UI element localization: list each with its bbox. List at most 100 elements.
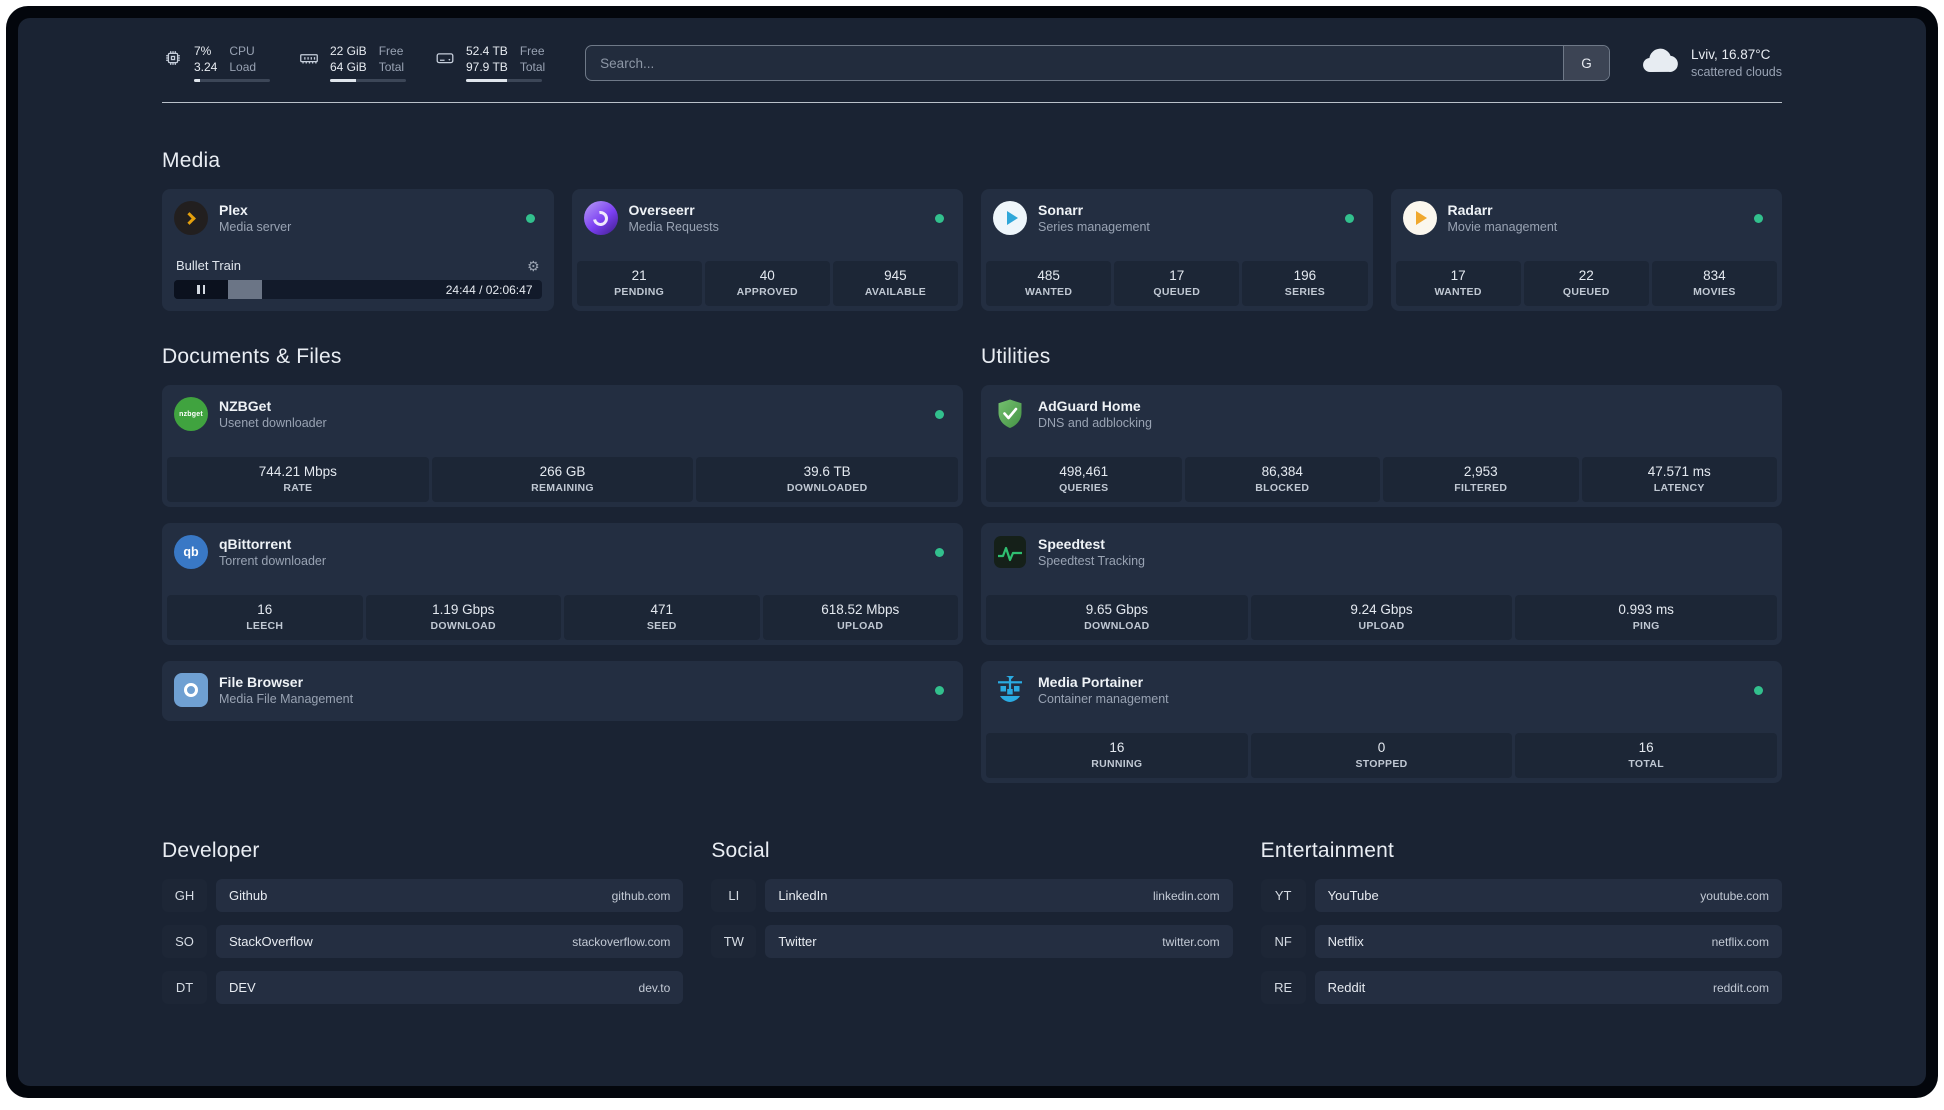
stat-seed: 471 SEED <box>564 595 760 641</box>
speedtest-link[interactable]: Speedtest Speedtest Tracking <box>986 528 1777 578</box>
dashboard-content: 7% 3.24 CPU Load 22 GiB 64 GiB Free Tota… <box>162 18 1782 1017</box>
memory-free: 22 GiB <box>330 44 367 58</box>
stat-pending: 21 PENDING <box>576 261 702 307</box>
speedtest-icon <box>993 535 1027 569</box>
topbar-divider <box>162 102 1782 104</box>
service-card-speedtest: Speedtest Speedtest Tracking 9.65 Gbps D… <box>981 523 1782 646</box>
radarr-link[interactable]: Radarr Movie management <box>1396 194 1778 244</box>
stat-latency: 47.571 ms LATENCY <box>1581 457 1777 503</box>
search-bar: G <box>585 45 1610 82</box>
service-card-qbittorrent: qb qBittorrent Torrent downloader 16 LEE… <box>162 523 963 646</box>
pause-button[interactable] <box>174 280 228 300</box>
sonarr-link[interactable]: Sonarr Series management <box>986 194 1368 244</box>
service-card-portainer: Media Portainer Container management 16 … <box>981 661 1782 784</box>
qbittorrent-icon: qb <box>174 535 208 570</box>
cpu-icon <box>162 44 184 74</box>
bookmark-url: stackoverflow.com <box>572 934 671 949</box>
plex-icon <box>174 201 208 236</box>
plex-player-widget: Bullet Train ⚙ 24:44 / 02:06:47 <box>167 258 549 306</box>
bookmark-reddit[interactable]: RE Reddit reddit.com <box>1260 971 1782 1005</box>
memory-free-label: Free <box>378 44 404 58</box>
service-subtitle: Series management <box>1038 220 1150 235</box>
service-card-adguard: AdGuard Home DNS and adblocking 498,461 … <box>981 385 1782 508</box>
nzbget-link[interactable]: nzbget NZBGet Usenet downloader <box>167 390 958 440</box>
disk-progress-bar <box>466 79 542 83</box>
media-grid: Plex Media server Bullet Train ⚙ 24:44 /… <box>162 189 1782 312</box>
service-card-overseerr: Overseerr Media Requests 21 PENDING 40 A… <box>571 189 963 312</box>
documents-column: Documents & Files nzbget NZBGet Usenet d… <box>162 311 963 783</box>
memory-total: 64 GiB <box>330 59 367 74</box>
cpu-load: 3.24 <box>194 59 218 74</box>
cpu-usage: 7% <box>194 44 212 58</box>
utilities-column: Utilities AdGuard Home DNS and adblockin… <box>981 311 1782 784</box>
status-dot <box>935 547 944 557</box>
bookmark-dev[interactable]: DT DEV dev.to <box>162 971 684 1005</box>
stat-approved: 40 APPROVED <box>704 261 830 307</box>
service-subtitle: DNS and adblocking <box>1038 416 1152 431</box>
bookmark-url: reddit.com <box>1712 980 1769 995</box>
adguard-link[interactable]: AdGuard Home DNS and adblocking <box>986 390 1777 440</box>
bookmark-url: github.com <box>611 888 671 903</box>
bookmark-abbr: NF <box>1260 925 1306 959</box>
window-frame: 7% 3.24 CPU Load 22 GiB 64 GiB Free Tota… <box>6 6 1938 1098</box>
disk-icon <box>434 44 456 74</box>
cpu-widget: 7% 3.24 CPU Load <box>162 44 270 83</box>
stat-remaining: 266 GB REMAINING <box>431 457 694 503</box>
stat-total: 16 TOTAL <box>1515 733 1778 779</box>
service-name: Radarr <box>1447 202 1493 219</box>
memory-widget: 22 GiB 64 GiB Free Total <box>298 44 406 83</box>
gear-icon[interactable]: ⚙ <box>527 259 540 273</box>
bookmark-linkedin[interactable]: LI LinkedIn linkedin.com <box>711 879 1233 913</box>
portainer-icon <box>993 673 1027 707</box>
filebrowser-icon <box>174 673 208 708</box>
stat-queued: 22 QUEUED <box>1523 261 1649 307</box>
stat-upload: 9.24 Gbps UPLOAD <box>1250 595 1513 641</box>
bookmark-url: twitter.com <box>1162 934 1220 949</box>
stat-download: 9.65 Gbps DOWNLOAD <box>986 595 1248 641</box>
player-time: 24:44 / 02:06:47 <box>445 282 533 297</box>
stat-running: 16 RUNNING <box>986 733 1248 779</box>
stat-ping: 0.993 ms PING <box>1515 595 1778 641</box>
radarr-stats: 17 WANTED 22 QUEUED 834 MOVIES <box>1395 261 1778 307</box>
qbittorrent-link[interactable]: qb qBittorrent Torrent downloader <box>167 528 958 578</box>
section-title-documents: Documents & Files <box>162 345 342 369</box>
bookmark-netflix[interactable]: NF Netflix netflix.com <box>1260 925 1782 959</box>
bookmark-youtube[interactable]: YT YouTube youtube.com <box>1260 879 1782 913</box>
bookmark-twitter[interactable]: TW Twitter twitter.com <box>711 925 1233 959</box>
stat-wanted: 485 WANTED <box>986 261 1112 307</box>
portainer-link[interactable]: Media Portainer Container management <box>986 666 1777 716</box>
filebrowser-link[interactable]: File Browser Media File Management <box>167 666 958 716</box>
weather-location: Lviv, 16.87°C <box>1690 47 1771 63</box>
section-title-media: Media <box>162 149 221 173</box>
stat-movies: 834 MOVIES <box>1651 261 1778 307</box>
bookmark-abbr: RE <box>1260 971 1306 1005</box>
bookmark-github[interactable]: GH Github github.com <box>162 879 684 913</box>
plex-link[interactable]: Plex Media server <box>167 194 549 244</box>
stat-wanted: 17 WANTED <box>1395 261 1521 307</box>
portainer-stats: 16 RUNNING 0 STOPPED 16 TOTAL <box>986 733 1778 779</box>
stat-queued: 17 QUEUED <box>1114 261 1240 307</box>
stat-queries: 498,461 QUERIES <box>986 457 1182 503</box>
service-card-plex: Plex Media server Bullet Train ⚙ 24:44 /… <box>162 189 554 312</box>
bookmark-stackoverflow[interactable]: SO StackOverflow stackoverflow.com <box>162 925 684 959</box>
bookmark-abbr: GH <box>162 879 207 913</box>
cpu-load-label: Load <box>229 59 257 74</box>
memory-progress-bar <box>330 79 406 83</box>
dashboard: 7% 3.24 CPU Load 22 GiB 64 GiB Free Tota… <box>18 18 1926 1086</box>
bookmark-abbr: YT <box>1260 879 1306 913</box>
overseerr-link[interactable]: Overseerr Media Requests <box>577 194 959 244</box>
memory-icon <box>298 44 320 74</box>
bookmark-group-social: Social LI LinkedIn linkedin.com TW Twitt… <box>711 839 1233 1017</box>
stat-leech: 16 LEECH <box>167 595 363 641</box>
status-dot <box>935 213 944 223</box>
disk-free-label: Free <box>519 44 545 58</box>
stat-available: 945 AVAILABLE <box>832 261 959 307</box>
radarr-icon <box>1402 201 1437 236</box>
middle-columns: Documents & Files nzbget NZBGet Usenet d… <box>162 311 1782 784</box>
service-name: Plex <box>219 202 248 219</box>
bookmark-url: linkedin.com <box>1152 888 1220 903</box>
bookmark-name: Github <box>229 888 268 904</box>
search-provider-button[interactable]: G <box>1562 46 1609 81</box>
search-input[interactable] <box>586 46 1563 81</box>
service-name: Overseerr <box>628 202 695 219</box>
